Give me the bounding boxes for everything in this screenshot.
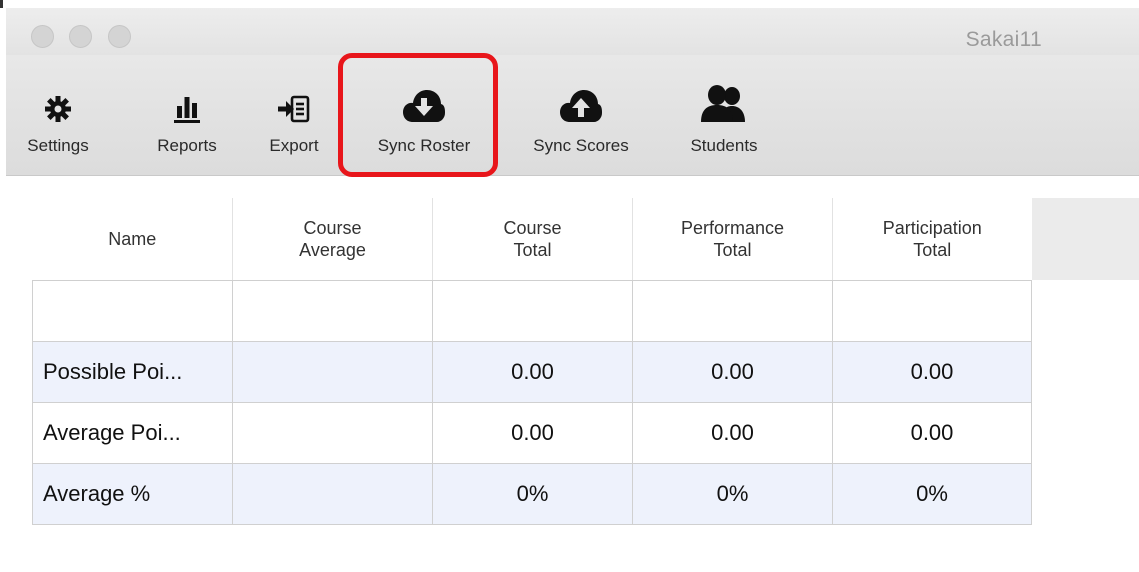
cell-participation-total: 0% [832, 463, 1032, 525]
export-label: Export [269, 136, 319, 155]
cell-course-total: 0% [432, 463, 633, 525]
window-title: Sakai11 [965, 28, 1042, 51]
export-button[interactable]: Export [251, 55, 337, 175]
column-header-participation-total[interactable]: Participation Total [832, 198, 1032, 281]
column-header-course-average[interactable]: Course Average [232, 198, 433, 281]
cell-participation-total [832, 280, 1032, 342]
cell-name [32, 280, 233, 342]
table-row[interactable]: Average % 0% 0% 0% [32, 463, 1032, 525]
minimize-window-button[interactable] [69, 25, 92, 48]
cell-course-total: 0.00 [432, 341, 633, 403]
zoom-window-button[interactable] [108, 25, 131, 48]
cell-course-average [232, 280, 433, 342]
table-header-row: Name Course Average Course Total Performan… [32, 198, 1032, 281]
table-row[interactable]: Possible Poi... 0.00 0.00 0.00 [32, 341, 1032, 403]
cell-participation-total: 0.00 [832, 402, 1032, 464]
cell-performance-total: 0% [632, 463, 833, 525]
sync-scores-label: Sync Scores [533, 136, 629, 155]
column-header-course-total[interactable]: Course Total [432, 198, 633, 281]
cell-course-average [232, 463, 433, 525]
column-header-performance-total[interactable]: Performance Total [632, 198, 833, 281]
column-header-name[interactable]: Name [32, 198, 233, 281]
corner-mark [0, 0, 3, 8]
reports-button[interactable]: Reports [136, 55, 238, 175]
cloud-download-icon [403, 90, 445, 122]
cell-course-total [432, 280, 633, 342]
cell-course-average [232, 341, 433, 403]
table-row[interactable]: Average Poi... 0.00 0.00 0.00 [32, 402, 1032, 464]
cell-name: Average % [32, 463, 233, 525]
sync-roster-button[interactable]: Sync Roster [358, 55, 490, 175]
cell-participation-total: 0.00 [832, 341, 1032, 403]
cell-performance-total: 0.00 [632, 402, 833, 464]
title-bar: Sakai11 [6, 8, 1139, 56]
cell-name: Possible Poi... [32, 341, 233, 403]
header-filler [1030, 198, 1139, 280]
table-row[interactable] [32, 280, 1032, 342]
cell-course-average [232, 402, 433, 464]
sync-scores-button[interactable]: Sync Scores [512, 55, 650, 175]
settings-label: Settings [27, 136, 89, 155]
cell-course-total: 0.00 [432, 402, 633, 464]
app-window: Sakai11 Settings Reports Export Sync Ros… [0, 0, 1139, 572]
cell-name: Average Poi... [32, 402, 233, 464]
close-window-button[interactable] [31, 25, 54, 48]
cell-performance-total: 0.00 [632, 341, 833, 403]
students-label: Students [690, 136, 758, 155]
gear-icon [45, 96, 71, 122]
sync-roster-label: Sync Roster [377, 136, 471, 155]
toolbar: Settings Reports Export Sync Roster Sync… [6, 55, 1139, 176]
bar-chart-icon [174, 97, 200, 123]
grades-table: Name Course Average Course Total Performan… [32, 198, 1032, 525]
reports-label: Reports [157, 136, 217, 155]
settings-button[interactable]: Settings [6, 55, 110, 175]
cloud-upload-icon [560, 90, 602, 122]
export-icon [278, 95, 310, 123]
users-icon [701, 85, 745, 122]
students-button[interactable]: Students [668, 55, 780, 175]
cell-performance-total [632, 280, 833, 342]
